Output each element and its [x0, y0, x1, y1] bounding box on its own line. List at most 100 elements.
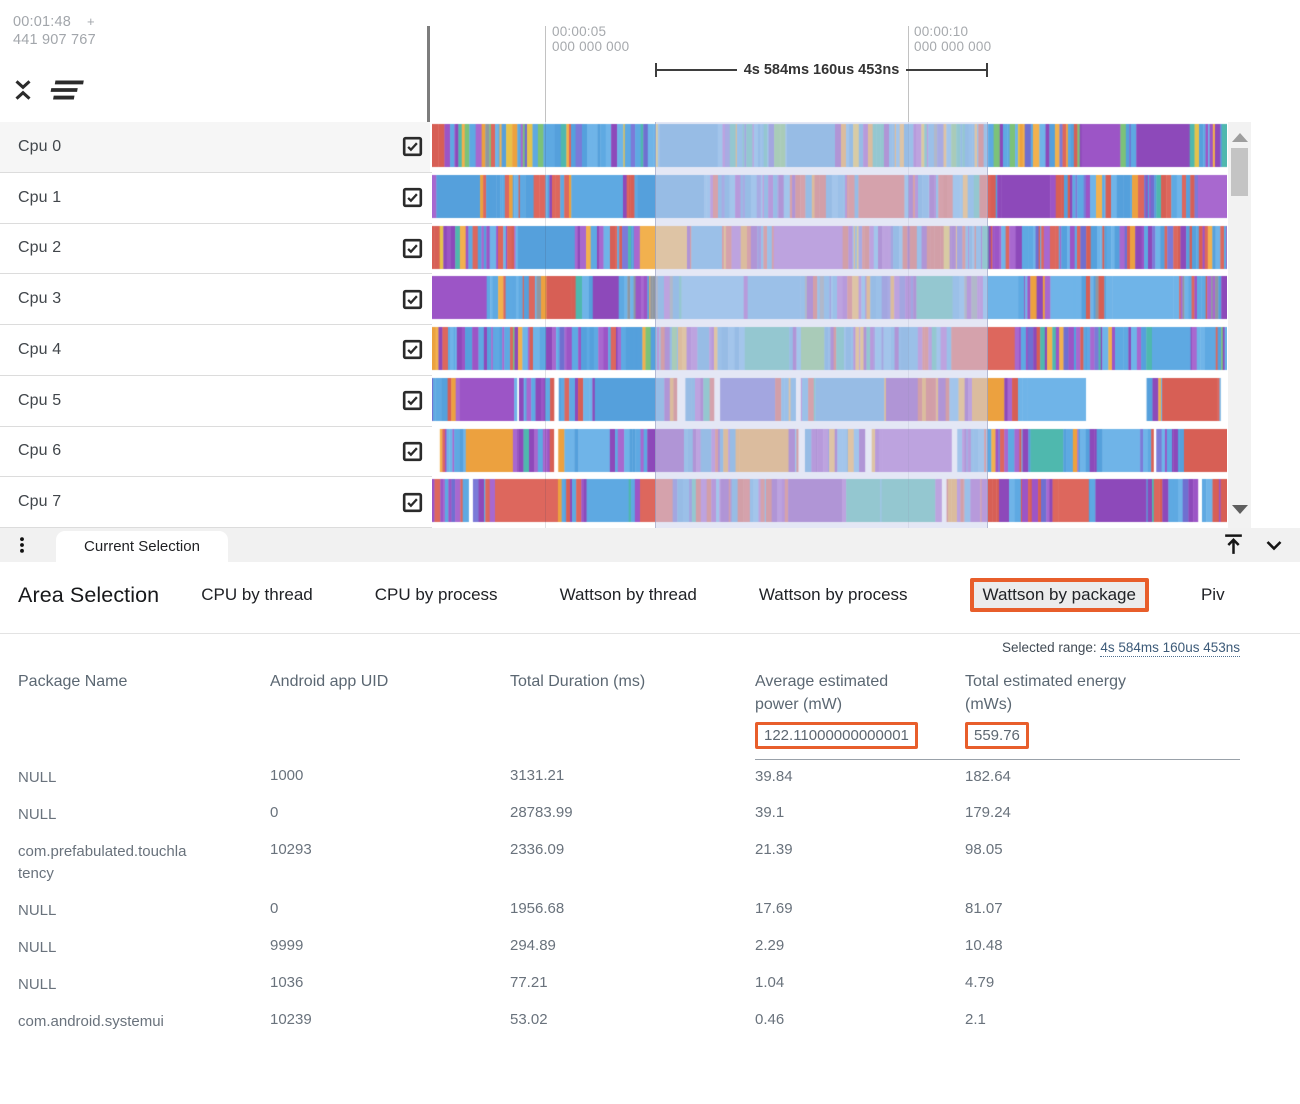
table-header-row: Package Name Android app UID Total Durat… [18, 658, 1240, 718]
table-cell: 1.04 [755, 967, 965, 1004]
table-row: com.prefabulated.touchlatency102932336.0… [18, 834, 1240, 893]
table-cell: 0 [270, 797, 510, 834]
track-row: Cpu 5 [0, 376, 1227, 427]
scrollbar-thumb[interactable] [1231, 148, 1248, 196]
tab-cpu-by-thread[interactable]: CPU by thread [201, 585, 313, 605]
tab-wattson-by-process[interactable]: Wattson by process [759, 585, 908, 605]
table-cell: 28783.99 [510, 797, 755, 834]
table-cell: NULL [18, 760, 270, 797]
sort-tracks-icon[interactable] [48, 79, 86, 101]
table-cell: 53.02 [510, 1004, 755, 1041]
trace-start-marker [427, 26, 430, 122]
track-shell-cpu5[interactable]: Cpu 5 [0, 376, 430, 426]
table-cell: 10.48 [965, 930, 1240, 967]
track-list: Cpu 0 Cpu 1 Cpu 2 Cpu 3Cpu 4Cpu 5 Cpu 6 Cpu 7 [0, 122, 1300, 528]
table-summary-row: 122.11000000000001 559.76 [18, 718, 1240, 760]
col-header-total-duration: Total Duration (ms) [510, 658, 755, 718]
track-shell-cpu6[interactable]: Cpu 6 [0, 427, 430, 477]
more-vert-icon[interactable] [12, 533, 32, 557]
table-cell: 182.64 [965, 760, 1240, 797]
area-selection-overlay[interactable] [655, 122, 988, 528]
time-gridline [545, 122, 546, 528]
tab-pivot[interactable]: Piv [1201, 585, 1225, 605]
tab-wattson-by-thread[interactable]: Wattson by thread [560, 585, 697, 605]
table-row: NULL10003131.2139.84182.64 [18, 760, 1240, 797]
time-tick-label: 00:00:05 000 000 000 [552, 24, 629, 54]
tab-cpu-by-process[interactable]: CPU by process [375, 585, 498, 605]
summary-total-energy-cell: 559.76 [965, 718, 1240, 760]
details-panel-tab-bar: Current Selection [0, 528, 1300, 562]
scroll-up-arrow[interactable] [1232, 133, 1248, 142]
track-shell-cpu0[interactable]: Cpu 0 [0, 122, 430, 172]
track-title: Cpu 2 [18, 239, 61, 257]
track-row: Cpu 6 [0, 427, 1227, 478]
track-scrollbar[interactable] [1228, 122, 1251, 528]
plus-offset-label: + [87, 14, 95, 29]
time-tick [545, 26, 546, 122]
divider [0, 633, 1300, 634]
table-cell: 179.24 [965, 797, 1240, 834]
track-title: Cpu 1 [18, 189, 61, 207]
track-shell-cpu3[interactable]: Cpu 3 [0, 274, 430, 324]
table-cell: 2.1 [965, 1004, 1240, 1041]
table-cell: 10293 [270, 834, 510, 893]
table-cell: 21.39 [755, 834, 965, 893]
track-shell-cpu2[interactable]: Cpu 2 [0, 224, 430, 274]
table-cell: 294.89 [510, 930, 755, 967]
table-cell: 77.21 [510, 967, 755, 1004]
table-cell: 0.46 [755, 1004, 965, 1041]
checkbox-checked-icon[interactable] [402, 187, 423, 208]
col-header-total-energy: Total estimated energy (mWs) [965, 658, 1240, 718]
tab-current-selection[interactable]: Current Selection [56, 531, 228, 562]
collapse-panel-icon[interactable] [1262, 533, 1286, 557]
table-cell: 17.69 [755, 893, 965, 930]
checkbox-checked-icon[interactable] [402, 289, 423, 310]
track-row: Cpu 3 [0, 274, 1227, 325]
table-row: NULL9999294.892.2910.48 [18, 930, 1240, 967]
track-row: Cpu 7 [0, 477, 1227, 528]
table-cell: 1000 [270, 760, 510, 797]
summary-total-energy-value: 559.76 [965, 722, 1029, 749]
area-selection-details: Area Selection CPU by thread CPU by proc… [0, 562, 1300, 1104]
selected-range-link[interactable]: 4s 584ms 160us 453ns [1100, 640, 1240, 657]
table-cell: NULL [18, 797, 270, 834]
table-row: com.android.systemui1023953.020.462.1 [18, 1004, 1240, 1041]
summary-avg-power-value: 122.11000000000001 [755, 722, 918, 749]
track-shell-cpu7[interactable]: Cpu 7 [0, 477, 430, 527]
time-tick-label: 00:00:10 000 000 000 [914, 24, 991, 54]
table-cell: 4.79 [965, 967, 1240, 1004]
expand-panel-to-top-icon[interactable] [1221, 532, 1246, 557]
tab-wattson-by-package[interactable]: Wattson by package [970, 578, 1149, 612]
track-row: Cpu 1 [0, 173, 1227, 224]
table-cell: 10239 [270, 1004, 510, 1041]
col-header-android-app-uid: Android app UID [270, 658, 510, 718]
checkbox-checked-icon[interactable] [402, 390, 423, 411]
track-title: Cpu 6 [18, 442, 61, 460]
checkbox-checked-icon[interactable] [402, 339, 423, 360]
summary-avg-power-cell: 122.11000000000001 [755, 718, 965, 760]
selected-range-bracket: 4s 584ms 160us 453ns [655, 62, 988, 78]
perfetto-trace-viewer: 00:01:48+ 441 907 767 00:00:05 00 [0, 0, 1300, 1104]
checkbox-checked-icon[interactable] [402, 238, 423, 259]
checkbox-checked-icon[interactable] [402, 492, 423, 513]
track-shell-cpu1[interactable]: Cpu 1 [0, 173, 430, 223]
checkbox-checked-icon[interactable] [402, 136, 423, 157]
track-shell-cpu4[interactable]: Cpu 4 [0, 325, 430, 375]
table-cell: NULL [18, 893, 270, 930]
viewport-start-timestamp: 00:01:48+ 441 907 767 [13, 13, 96, 49]
track-row: Cpu 4 [0, 325, 1227, 376]
track-row: Cpu 0 [0, 122, 1227, 173]
table-cell: NULL [18, 930, 270, 967]
checkbox-checked-icon[interactable] [402, 441, 423, 462]
table-cell: 9999 [270, 930, 510, 967]
selected-range-duration-label: 4s 584ms 160us 453ns [737, 62, 907, 78]
collapse-tracks-icon[interactable] [10, 76, 36, 104]
table-cell: 98.05 [965, 834, 1240, 893]
table-cell: 39.1 [755, 797, 965, 834]
col-header-package-name: Package Name [18, 658, 270, 718]
track-title: Cpu 7 [18, 493, 61, 511]
table-cell: 1956.68 [510, 893, 755, 930]
table-row: NULL028783.9939.1179.24 [18, 797, 1240, 834]
scroll-down-arrow[interactable] [1232, 505, 1248, 514]
selected-range-readout: Selected range: 4s 584ms 160us 453ns [1002, 640, 1240, 655]
